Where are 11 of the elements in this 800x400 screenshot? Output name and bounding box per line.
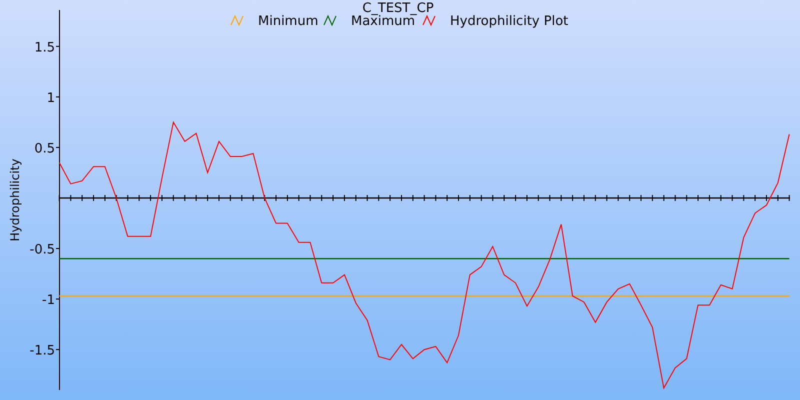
- legend-label: Hydrophilicity Plot: [450, 14, 568, 29]
- y-axis-title: Hydrophilicity: [8, 158, 22, 242]
- y-tick-label: -1.5: [30, 344, 55, 359]
- chart-title: C_TEST_CP: [362, 1, 434, 16]
- y-tick-label: -1: [42, 293, 55, 308]
- y-tick-label: -0.5: [30, 242, 55, 258]
- legend-label: Maximum: [351, 14, 416, 29]
- y-tick-label: 1.5: [34, 40, 55, 56]
- y-tick-label: 1: [46, 90, 55, 106]
- legend-label: Minimum: [258, 14, 318, 29]
- y-tick-label: 0.5: [34, 141, 55, 156]
